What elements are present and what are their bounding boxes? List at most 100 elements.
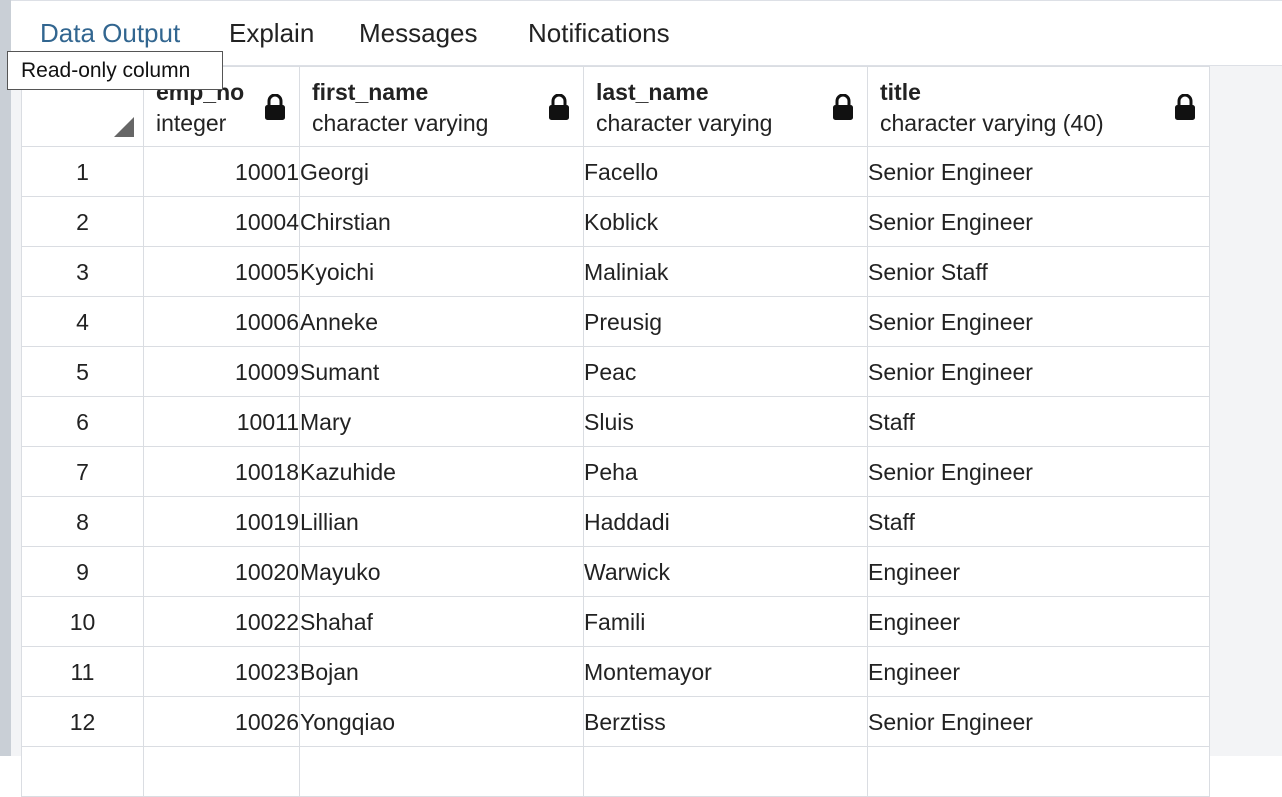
table-row[interactable]: 2 10004 Chirstian Koblick Senior Engineer (21, 196, 1210, 247)
cell-last-name[interactable]: Peac (583, 346, 868, 397)
cell-last-name[interactable] (583, 746, 868, 797)
table-row[interactable]: 9 10020 Mayuko Warwick Engineer (21, 546, 1210, 597)
column-name: title (880, 79, 921, 105)
column-type: character varying (40) (880, 110, 1104, 136)
tab-notifications[interactable]: Notifications (528, 16, 670, 50)
column-type: character varying (312, 110, 489, 136)
cell-first-name[interactable]: Shahaf (299, 596, 584, 647)
cell-last-name[interactable]: Sluis (583, 396, 868, 447)
table-row[interactable]: 7 10018 Kazuhide Peha Senior Engineer (21, 446, 1210, 497)
cell-emp-no[interactable]: 10020 (143, 546, 300, 597)
cell-title[interactable]: Senior Staff (867, 246, 1210, 297)
cell-last-name[interactable]: Peha (583, 446, 868, 497)
tab-messages[interactable]: Messages (359, 16, 478, 50)
row-number-cell[interactable]: 4 (21, 296, 144, 347)
table-row[interactable]: 8 10019 Lillian Haddadi Staff (21, 496, 1210, 547)
table-row[interactable]: 6 10011 Mary Sluis Staff (21, 396, 1210, 447)
row-number-cell[interactable]: 12 (21, 696, 144, 747)
column-name: first_name (312, 79, 429, 105)
tab-explain[interactable]: Explain (229, 16, 314, 50)
column-header-title[interactable]: title character varying (40) (867, 66, 1210, 147)
cell-emp-no[interactable]: 10005 (143, 246, 300, 297)
row-number-cell[interactable]: 7 (21, 446, 144, 497)
cell-title[interactable]: Engineer (867, 596, 1210, 647)
left-panel-edge (0, 0, 11, 756)
cell-title[interactable]: Senior Engineer (867, 196, 1210, 247)
lock-icon (549, 94, 569, 120)
table-row[interactable]: 5 10009 Sumant Peac Senior Engineer (21, 346, 1210, 397)
cell-title[interactable]: Engineer (867, 646, 1210, 697)
cell-title[interactable]: Senior Engineer (867, 446, 1210, 497)
cell-first-name[interactable]: Anneke (299, 296, 584, 347)
lock-icon (265, 94, 285, 120)
cell-first-name[interactable]: Bojan (299, 646, 584, 697)
cell-first-name[interactable]: Mayuko (299, 546, 584, 597)
row-number-cell[interactable]: 8 (21, 496, 144, 547)
cell-first-name[interactable]: Kyoichi (299, 246, 584, 297)
column-name: last_name (596, 79, 709, 105)
row-number-cell[interactable]: 1 (21, 146, 144, 197)
cell-emp-no[interactable]: 10022 (143, 596, 300, 647)
cell-emp-no[interactable]: 10018 (143, 446, 300, 497)
cell-last-name[interactable]: Berztiss (583, 696, 868, 747)
column-header-last-name[interactable]: last_name character varying (583, 66, 868, 147)
cell-first-name[interactable]: Chirstian (299, 196, 584, 247)
cell-last-name[interactable]: Facello (583, 146, 868, 197)
cell-last-name[interactable]: Koblick (583, 196, 868, 247)
cell-emp-no[interactable]: 10026 (143, 696, 300, 747)
table-row[interactable]: 11 10023 Bojan Montemayor Engineer (21, 646, 1210, 697)
cell-last-name[interactable]: Warwick (583, 546, 868, 597)
cell-title[interactable]: Staff (867, 396, 1210, 447)
cell-emp-no[interactable]: 10004 (143, 196, 300, 247)
cell-emp-no[interactable]: 10023 (143, 646, 300, 697)
cell-last-name[interactable]: Haddadi (583, 496, 868, 547)
grid-body: 1 10001 Georgi Facello Senior Engineer 2 10004… (21, 146, 1210, 797)
cell-title[interactable]: Senior Engineer (867, 696, 1210, 747)
column-type: character varying (596, 110, 773, 136)
column-header-first-name[interactable]: first_name character varying (299, 66, 584, 147)
select-all-icon (114, 117, 134, 137)
cell-last-name[interactable]: Preusig (583, 296, 868, 347)
table-row[interactable]: 12 10026 Yongqiao Berztiss Senior Engineer (21, 696, 1210, 747)
cell-last-name[interactable]: Famili (583, 596, 868, 647)
table-row[interactable]: 4 10006 Anneke Preusig Senior Engineer (21, 296, 1210, 347)
cell-first-name[interactable]: Georgi (299, 146, 584, 197)
lock-icon (1175, 94, 1195, 120)
cell-first-name[interactable]: Kazuhide (299, 446, 584, 497)
cell-title[interactable]: Staff (867, 496, 1210, 547)
row-number-cell[interactable]: 6 (21, 396, 144, 447)
cell-emp-no[interactable]: 10019 (143, 496, 300, 547)
row-number-cell[interactable]: 2 (21, 196, 144, 247)
lock-icon (833, 94, 853, 120)
cell-title[interactable]: Senior Engineer (867, 346, 1210, 397)
row-number-cell[interactable]: 10 (21, 596, 144, 647)
cell-emp-no[interactable] (143, 746, 300, 797)
tab-data-output[interactable]: Data Output (40, 16, 180, 50)
table-row[interactable]: 3 10005 Kyoichi Maliniak Senior Staff (21, 246, 1210, 297)
row-number-cell[interactable] (21, 746, 144, 797)
cell-last-name[interactable]: Maliniak (583, 246, 868, 297)
row-number-cell[interactable]: 5 (21, 346, 144, 397)
cell-title[interactable] (867, 746, 1210, 797)
cell-first-name[interactable]: Sumant (299, 346, 584, 397)
data-grid: emp_no integer first_name character vary… (21, 66, 1210, 797)
cell-first-name[interactable]: Lillian (299, 496, 584, 547)
cell-emp-no[interactable]: 10001 (143, 146, 300, 197)
cell-first-name[interactable]: Mary (299, 396, 584, 447)
cell-first-name[interactable] (299, 746, 584, 797)
cell-first-name[interactable]: Yongqiao (299, 696, 584, 747)
read-only-tooltip: Read-only column (7, 51, 223, 90)
table-row[interactable]: 10 10022 Shahaf Famili Engineer (21, 596, 1210, 647)
cell-title[interactable]: Engineer (867, 546, 1210, 597)
cell-emp-no[interactable]: 10011 (143, 396, 300, 447)
cell-last-name[interactable]: Montemayor (583, 646, 868, 697)
cell-emp-no[interactable]: 10009 (143, 346, 300, 397)
cell-emp-no[interactable]: 10006 (143, 296, 300, 347)
table-row[interactable]: 1 10001 Georgi Facello Senior Engineer (21, 146, 1210, 197)
cell-title[interactable]: Senior Engineer (867, 146, 1210, 197)
row-number-cell[interactable]: 11 (21, 646, 144, 697)
row-number-cell[interactable]: 3 (21, 246, 144, 297)
cell-title[interactable]: Senior Engineer (867, 296, 1210, 347)
table-row[interactable] (21, 746, 1210, 797)
row-number-cell[interactable]: 9 (21, 546, 144, 597)
